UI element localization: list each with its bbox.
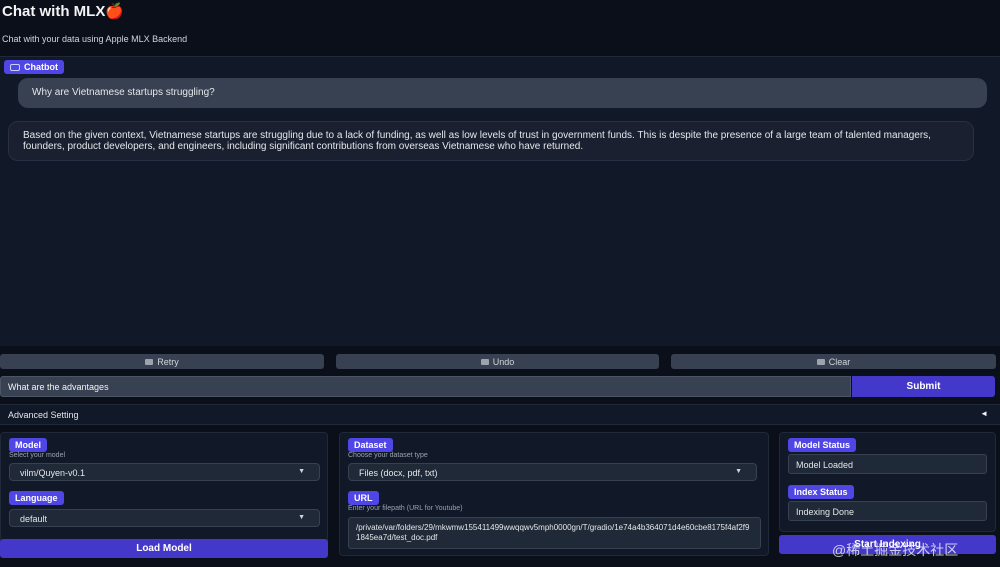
- dataset-select-value: Files (docx, pdf, txt): [359, 468, 438, 478]
- message-input[interactable]: What are the advantages: [0, 376, 851, 397]
- trash-icon: [816, 358, 825, 365]
- user-message: Why are Vietnamese startups struggling?: [18, 78, 987, 108]
- load-model-button[interactable]: Load Model: [0, 539, 328, 558]
- app-title: Chat with MLX🍎: [2, 3, 124, 20]
- undo-icon: [480, 358, 489, 365]
- app-subtitle: Chat with your data using Apple MLX Back…: [2, 34, 188, 44]
- bot-message: Based on the given context, Vietnamese s…: [8, 121, 974, 161]
- dataset-panel: Dataset Choose your dataset type Files (…: [339, 432, 769, 556]
- language-label: Language: [9, 491, 64, 505]
- retry-label: Retry: [157, 356, 179, 367]
- advanced-setting-label: Advanced Setting: [8, 410, 79, 420]
- watermark: @稀土掘金技术社区: [832, 542, 959, 558]
- clear-label: Clear: [828, 356, 851, 367]
- chevron-down-icon: ▼: [298, 468, 305, 475]
- model-select[interactable]: vilm/Quyen-v0.1 ▼: [9, 463, 320, 481]
- model-panel: Model Select your model vilm/Quyen-v0.1 …: [0, 432, 328, 544]
- chat-bubble-icon: [10, 63, 20, 71]
- model-status-field: Model Loaded: [788, 454, 987, 474]
- url-input[interactable]: /private/var/folders/29/mkwmw155411499ww…: [348, 517, 761, 549]
- url-hint: Enter your filepath (URL for Youtube): [348, 505, 463, 512]
- language-select-value: default: [20, 514, 48, 524]
- chatbot-panel: Chatbot Why are Vietnamese startups stru…: [0, 56, 1000, 346]
- index-status-label: Index Status: [788, 485, 854, 499]
- clear-button[interactable]: Clear: [671, 354, 996, 369]
- collapse-arrow-icon[interactable]: ◄: [980, 409, 988, 418]
- url-label: URL: [348, 491, 379, 505]
- chatbot-label: Chatbot: [24, 62, 58, 72]
- advanced-setting-accordion[interactable]: Advanced Setting ◄: [0, 404, 1000, 425]
- model-label: Model: [9, 438, 47, 452]
- status-panel: Model Status Model Loaded Index Status I…: [779, 432, 996, 532]
- index-status-field: Indexing Done: [788, 501, 987, 521]
- dataset-select[interactable]: Files (docx, pdf, txt) ▼: [348, 463, 757, 481]
- undo-label: Undo: [492, 356, 515, 367]
- model-status-label: Model Status: [788, 438, 857, 452]
- chatbot-label-badge: Chatbot: [4, 60, 64, 74]
- model-select-value: vilm/Quyen-v0.1: [20, 468, 86, 478]
- submit-button[interactable]: Submit: [852, 376, 995, 397]
- dataset-label: Dataset: [348, 438, 393, 452]
- undo-button[interactable]: Undo: [336, 354, 659, 369]
- language-select[interactable]: default ▼: [9, 509, 320, 527]
- retry-button[interactable]: Retry: [0, 354, 324, 369]
- retry-icon: [145, 358, 154, 365]
- dataset-hint: Choose your dataset type: [348, 452, 428, 459]
- chevron-down-icon: ▼: [735, 468, 742, 475]
- chevron-down-icon: ▼: [298, 514, 305, 521]
- model-hint: Select your model: [9, 452, 66, 459]
